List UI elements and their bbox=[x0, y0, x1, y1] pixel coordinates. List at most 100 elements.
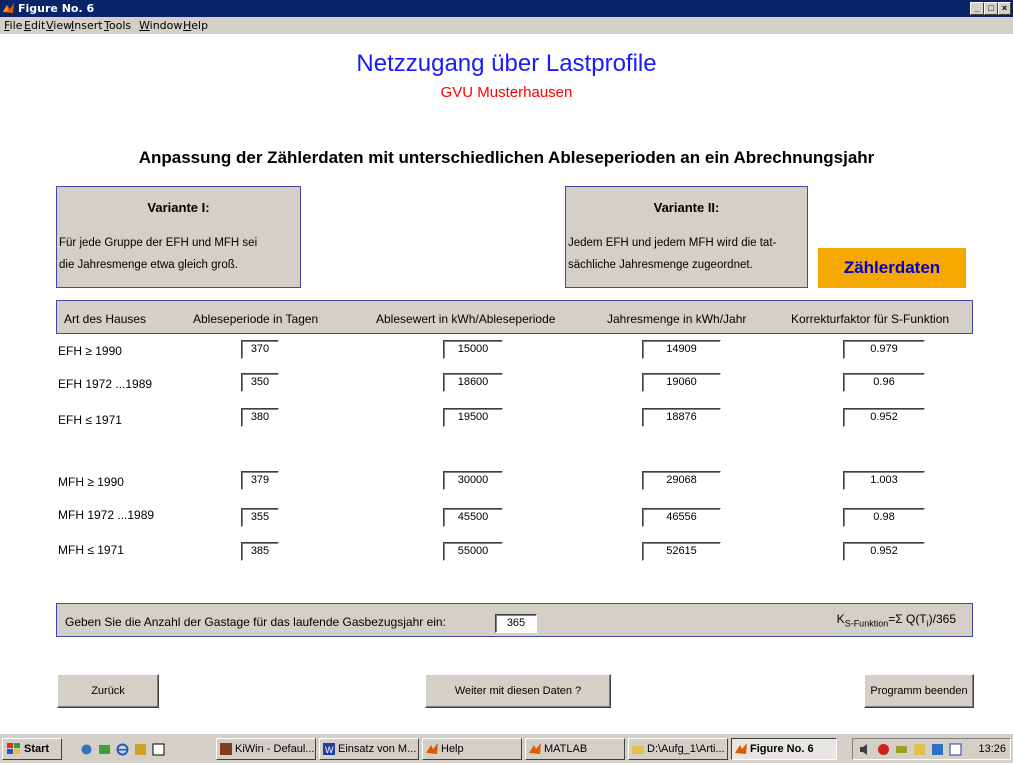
tray-icon-5[interactable] bbox=[931, 743, 944, 756]
periode-field[interactable]: 370 bbox=[241, 340, 279, 359]
variant-2-title: Variante II: bbox=[653, 200, 720, 215]
section-heading: Anpassung der Zählerdaten mit unterschie… bbox=[138, 148, 875, 167]
jahresmenge-field: 14909 bbox=[642, 340, 721, 359]
menu-edit[interactable]: Edit bbox=[24, 19, 45, 32]
gastage-prompt: Geben Sie die Anzahl der Gastage für das… bbox=[65, 615, 446, 629]
word-icon: W bbox=[323, 743, 335, 755]
ablesewert-field[interactable]: 18600 bbox=[443, 373, 503, 392]
back-button[interactable]: Zurück bbox=[57, 674, 159, 708]
faktor-field: 1.003 bbox=[843, 471, 925, 490]
task-word[interactable]: W Einsatz von M... bbox=[319, 738, 419, 760]
tray-icon-6[interactable] bbox=[949, 743, 962, 756]
variant-1-line-2: die Jahresmenge etwa gleich groß. bbox=[59, 259, 238, 271]
main-title: Netzzugang über Lastprofile bbox=[356, 50, 657, 77]
task-label: Help bbox=[441, 743, 464, 755]
task-matlab[interactable]: MATLAB bbox=[525, 738, 625, 760]
row-label: EFH 1972 ...1989 bbox=[58, 377, 153, 391]
menu-view[interactable]: View bbox=[46, 19, 72, 32]
close-button[interactable]: × bbox=[998, 2, 1011, 15]
row-label: EFH ≥ 1990 bbox=[58, 344, 122, 358]
gastage-panel: Geben Sie die Anzahl der Gastage für das… bbox=[56, 603, 973, 637]
periode-field[interactable]: 379 bbox=[241, 471, 279, 490]
ablesewert-field[interactable]: 15000 bbox=[443, 340, 503, 359]
faktor-field: 0.952 bbox=[843, 408, 925, 427]
periode-field[interactable]: 380 bbox=[241, 408, 279, 427]
minimize-button[interactable]: _ bbox=[970, 2, 984, 15]
task-help[interactable]: Help bbox=[422, 738, 522, 760]
task-label: Einsatz von M... bbox=[338, 743, 417, 755]
matlab-icon bbox=[426, 743, 438, 754]
periode-field[interactable]: 350 bbox=[241, 373, 279, 392]
maximize-button[interactable]: □ bbox=[984, 2, 998, 15]
variant-1-title: Variante I: bbox=[147, 200, 210, 215]
internet-explorer-icon[interactable] bbox=[116, 743, 129, 756]
zaehlerdaten-button[interactable]: Zählerdaten bbox=[818, 248, 966, 288]
ablesewert-field[interactable]: 30000 bbox=[443, 471, 503, 490]
periode-field[interactable]: 355 bbox=[241, 508, 279, 527]
task-kiwin[interactable]: KiWin - Defaul... bbox=[216, 738, 316, 760]
quick-launch-icon-2[interactable] bbox=[98, 743, 111, 756]
task-folder[interactable]: D:\Aufg_1\Arti... bbox=[628, 738, 728, 760]
menu-help[interactable]: Help bbox=[183, 19, 208, 32]
col-header-jahresmenge: Jahresmenge in kWh/Jahr bbox=[607, 312, 747, 326]
continue-button[interactable]: Weiter mit diesen Daten ? bbox=[425, 674, 611, 708]
menu-tools[interactable]: Tools bbox=[104, 19, 131, 32]
col-header-faktor: Korrekturfaktor für S-Funktion bbox=[791, 312, 950, 326]
faktor-field: 0.979 bbox=[843, 340, 925, 359]
matlab-icon bbox=[3, 3, 14, 13]
figure-canvas: Netzzugang über Lastprofile GVU Musterha… bbox=[0, 34, 1013, 733]
formula-label: KS-Funktion=Σ Q(Ti)/365 bbox=[837, 612, 956, 628]
row-label: EFH ≤ 1971 bbox=[58, 413, 122, 427]
acrobat-icon[interactable] bbox=[877, 743, 890, 756]
windows-logo-icon bbox=[7, 743, 20, 754]
tray-icon-3[interactable] bbox=[895, 743, 908, 756]
task-figure[interactable]: Figure No. 6 bbox=[731, 738, 837, 760]
jahresmenge-field: 46556 bbox=[642, 508, 721, 527]
col-header-periode: Ableseperiode in Tagen bbox=[193, 312, 319, 326]
taskbar: Start KiWin - Defaul... W Einsatz von M.… bbox=[0, 733, 1013, 763]
faktor-field: 0.98 bbox=[843, 508, 925, 527]
clock: 13:26 bbox=[978, 743, 1006, 755]
variant-1-line-1: Für jede Gruppe der EFH und MFH sei bbox=[59, 237, 258, 249]
col-header-art: Art des Hauses bbox=[64, 312, 147, 326]
variant-2-line-1: Jedem EFH und jedem MFH wird die tat- bbox=[568, 237, 777, 249]
window-title-bar[interactable]: Figure No. 6 _ □ × bbox=[0, 0, 1013, 17]
menu-file[interactable]: File bbox=[4, 19, 22, 32]
matlab-icon bbox=[735, 743, 747, 754]
variant-2-line-2: sächliche Jahresmenge zugeordnet. bbox=[568, 259, 753, 271]
start-button[interactable]: Start bbox=[2, 738, 62, 760]
faktor-field: 0.96 bbox=[843, 373, 925, 392]
row-label: MFH 1972 ...1989 bbox=[58, 508, 155, 522]
row-label: MFH ≥ 1990 bbox=[58, 475, 124, 489]
ablesewert-field[interactable]: 19500 bbox=[443, 408, 503, 427]
show-desktop-icon[interactable] bbox=[152, 743, 165, 756]
ablesewert-field[interactable]: 45500 bbox=[443, 508, 503, 527]
start-label: Start bbox=[24, 743, 50, 755]
speaker-icon[interactable] bbox=[859, 743, 872, 756]
jahresmenge-field: 19060 bbox=[642, 373, 721, 392]
kiwin-icon bbox=[220, 743, 232, 755]
tray-icon-4[interactable] bbox=[913, 743, 926, 756]
svg-text:W: W bbox=[325, 745, 334, 755]
faktor-field: 0.952 bbox=[843, 542, 925, 561]
menu-insert[interactable]: Insert bbox=[71, 19, 103, 32]
system-tray: 13:26 bbox=[852, 738, 1011, 760]
formula-k-sub: S-Funktion bbox=[844, 618, 889, 629]
gastage-input[interactable]: 365 bbox=[495, 614, 537, 633]
row-label: MFH ≤ 1971 bbox=[58, 543, 124, 557]
jahresmenge-field: 29068 bbox=[642, 471, 721, 490]
variant-1-panel: Variante I: Für jede Gruppe der EFH und … bbox=[56, 186, 301, 288]
jahresmenge-field: 52615 bbox=[642, 542, 721, 561]
ablesewert-field[interactable]: 55000 bbox=[443, 542, 503, 561]
quit-button[interactable]: Programm beenden bbox=[864, 674, 974, 708]
task-label: D:\Aufg_1\Arti... bbox=[647, 743, 725, 755]
quick-launch-icon-1[interactable] bbox=[80, 743, 93, 756]
window-title: Figure No. 6 bbox=[18, 2, 95, 15]
col-header-ablesewert: Ablesewert in kWh/Ableseperiode bbox=[376, 312, 556, 326]
periode-field[interactable]: 385 bbox=[241, 542, 279, 561]
menu-window[interactable]: Window bbox=[139, 19, 182, 32]
folder-icon bbox=[632, 746, 644, 754]
task-label: KiWin - Defaul... bbox=[235, 743, 315, 755]
subtitle: GVU Musterhausen bbox=[440, 84, 573, 101]
quick-launch-icon-4[interactable] bbox=[134, 743, 147, 756]
